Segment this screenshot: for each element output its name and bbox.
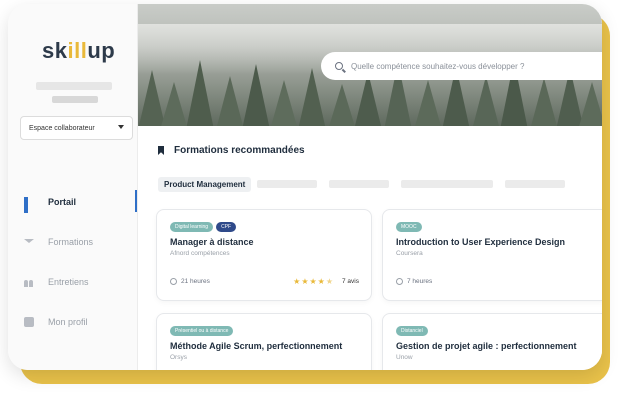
tree-shape [414,80,442,126]
graduation-cap-icon [24,238,34,249]
sidebar-item-label: Entretiens [48,277,89,287]
tree-shape [472,76,500,126]
card-duration: 7 heures [396,278,432,285]
sidebar-item-entretiens[interactable]: Entretiens [24,274,138,290]
tree-shape [242,64,270,126]
clock-icon [396,278,403,285]
badge-mooc: MOOC [396,222,422,232]
card-title: Introduction to User Experience Design [396,237,566,247]
search-input[interactable]: Quelle compétence souhaitez-vous dévelop… [321,52,602,80]
bookmark-icon [158,146,164,155]
space-select-label: Espace collaborateur [29,124,95,132]
main-content: Quelle compétence souhaitez-vous dévelop… [138,4,602,370]
logo-suffix: up [87,38,116,63]
card-title: Méthode Agile Scrum, perfectionnement [170,341,343,351]
tree-shape [270,80,298,126]
rating: ★ ★ ★ ★ ★ 7 avis [293,277,359,286]
skillup-logo[interactable]: skillup [42,38,115,64]
card-title: Gestion de projet agile : perfectionneme… [396,341,577,351]
badge-digital-learning: Digital learning [170,222,214,232]
search-placeholder: Quelle compétence souhaitez-vous dévelop… [351,61,525,71]
card-provider: Afnord compétences [170,250,230,257]
section-title-text: Formations recommandées [174,145,305,156]
card-provider: Unow [396,354,413,361]
badge-group: Distanciel [396,326,428,336]
category-tabs: Product Management [158,176,577,192]
card-duration: 21 heures [170,278,210,285]
logo-mid: ill [67,38,88,63]
star-half-icon: ★ [325,277,334,286]
star-icon: ★ [301,277,309,286]
tree-shape [578,82,602,126]
course-card[interactable]: MOOC Introduction to User Experience Des… [382,209,602,301]
user-role-placeholder [52,96,98,103]
tree-shape [216,76,244,126]
clock-icon [170,278,177,285]
user-name-placeholder [36,82,112,90]
hero-banner: Quelle compétence souhaitez-vous dévelop… [138,4,602,126]
tree-shape [186,60,214,126]
tree-shape [298,68,326,126]
duration-text: 21 heures [181,278,210,285]
sidebar-item-formations[interactable]: Formations [24,234,138,250]
badge-group: Présentiel ou à distance [170,326,234,336]
tree-shape [530,78,558,126]
course-card[interactable]: Présentiel ou à distance Méthode Agile S… [156,313,372,370]
course-card[interactable]: Distanciel Gestion de projet agile : per… [382,313,602,370]
space-select[interactable]: Espace collaborateur [20,116,133,140]
card-title: Manager à distance [170,237,254,247]
sidebar: skillup Espace collaborateur Portail For… [8,4,138,370]
card-provider: Coursera [396,250,423,257]
course-card[interactable]: Digital learning CPF Manager à distance … [156,209,372,301]
tab-placeholder[interactable] [505,180,566,188]
tab-placeholder[interactable] [257,180,318,188]
profile-icon [24,317,34,327]
badge-group: Digital learning CPF [170,222,237,232]
sidebar-item-label: Portail [48,197,77,207]
section-title: Formations recommandées [158,145,305,156]
search-icon [335,62,343,70]
badge-presentiel: Présentiel ou à distance [170,326,234,336]
star-icon: ★ [309,277,317,286]
tab-placeholder[interactable] [329,180,390,188]
tree-shape [354,72,382,126]
chevron-down-icon [118,125,124,129]
app-window: skillup Espace collaborateur Portail For… [8,4,602,370]
active-indicator [135,190,137,212]
badge-cpf: CPF [216,222,237,232]
tab-placeholder[interactable] [401,180,494,188]
card-provider: Orsys [170,354,187,361]
duration-text: 7 heures [407,278,433,285]
badge-distanciel: Distanciel [396,326,428,336]
tree-shape [328,84,356,126]
sidebar-item-portail[interactable]: Portail [24,194,138,213]
people-icon [24,277,34,287]
star-icon: ★ [293,277,301,286]
sidebar-item-mon-profil[interactable]: Mon profil [24,314,138,330]
badge-group: MOOC [396,222,422,232]
sidebar-item-label: Mon profil [48,317,88,327]
tree-shape [160,82,188,126]
grid-icon [24,197,34,213]
tab-product-management[interactable]: Product Management [158,176,252,192]
logo-prefix: sk [42,38,68,63]
star-icon: ★ [317,277,325,286]
sidebar-item-label: Formations [48,237,94,247]
reviews-count: 7 avis [342,278,359,285]
